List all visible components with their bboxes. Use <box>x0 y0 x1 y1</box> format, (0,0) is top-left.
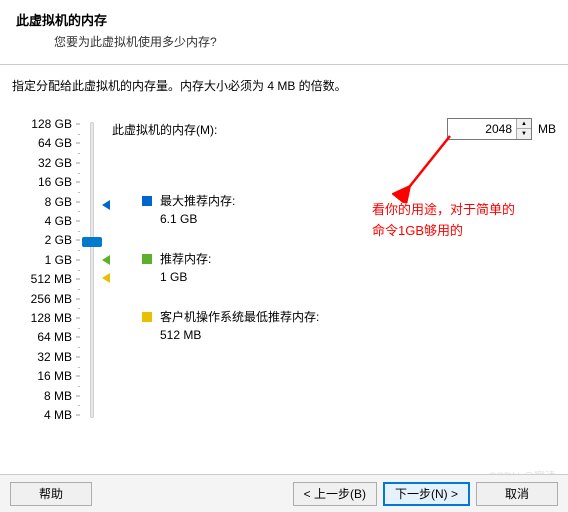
memory-unit: MB <box>538 122 556 136</box>
next-button[interactable]: 下一步(N) > <box>383 482 470 506</box>
cancel-button[interactable]: 取消 <box>476 482 558 506</box>
back-button[interactable]: < 上一步(B) <box>293 482 377 506</box>
instruction-text: 指定分配给此虚拟机的内存量。内存大小必须为 4 MB 的倍数。 <box>12 77 556 94</box>
tick-label: 8 MB <box>24 390 72 402</box>
memory-spinner[interactable]: ▲ ▼ <box>447 118 532 140</box>
min-marker-icon <box>102 273 110 283</box>
tick-mark <box>76 124 80 125</box>
tick-label: 64 GB <box>24 137 72 149</box>
memory-input[interactable] <box>448 119 516 139</box>
min-rec-label: 客户机操作系统最低推荐内存: <box>160 308 319 326</box>
tick-mark <box>76 259 80 260</box>
memory-label: 此虚拟机的内存(M): <box>112 121 217 138</box>
tick-label: 128 GB <box>24 118 72 130</box>
square-green-icon <box>142 254 152 264</box>
tick-mark <box>76 143 80 144</box>
tick-label: 512 MB <box>24 273 72 285</box>
max-rec-label: 最大推荐内存: <box>160 192 235 210</box>
tick-mark <box>76 162 80 163</box>
tick-mark <box>76 221 80 222</box>
tick-label: 4 MB <box>24 409 72 421</box>
square-yellow-icon <box>142 312 152 322</box>
tick-mark <box>76 298 80 299</box>
help-button[interactable]: 帮助 <box>10 482 92 506</box>
memory-slider[interactable]: 128 GB 64 GB 32 GB 16 GB 8 GB 4 GB 2 GB 1 GB 512… <box>12 118 104 428</box>
tick-label: 256 MB <box>24 293 72 305</box>
tick-mark <box>76 356 80 357</box>
tick-label: 4 GB <box>24 215 72 227</box>
tick-label: 128 MB <box>24 312 72 324</box>
tick-mark <box>76 318 80 319</box>
tick-label: 32 GB <box>24 157 72 169</box>
dialog-subtitle: 您要为此虚拟机使用多少内存? <box>16 33 552 50</box>
tick-mark <box>76 376 80 377</box>
tick-mark <box>76 395 80 396</box>
square-blue-icon <box>142 196 152 206</box>
slider-track <box>90 122 94 418</box>
tick-mark <box>76 182 80 183</box>
tick-mark <box>76 415 80 416</box>
tick-label: 16 MB <box>24 370 72 382</box>
tick-label: 16 GB <box>24 176 72 188</box>
annotation-text: 看你的用途，对于简单的 命令1GB够用的 <box>372 200 515 242</box>
tick-mark <box>76 337 80 338</box>
slider-thumb[interactable] <box>82 237 102 247</box>
tick-mark <box>76 279 80 280</box>
tick-label: 32 MB <box>24 351 72 363</box>
max-marker-icon <box>102 200 110 210</box>
tick-mark <box>76 240 80 241</box>
tick-mark <box>76 201 80 202</box>
dialog-title: 此虚拟机的内存 <box>16 10 552 29</box>
tick-label: 64 MB <box>24 331 72 343</box>
tick-label: 8 GB <box>24 196 72 208</box>
rec-label: 推荐内存: <box>160 250 211 268</box>
min-rec-value: 512 MB <box>160 326 319 344</box>
footer: 帮助 < 上一步(B) 下一步(N) > 取消 <box>0 474 568 512</box>
tick-label: 1 GB <box>24 254 72 266</box>
divider <box>0 64 568 65</box>
spin-up-button[interactable]: ▲ <box>517 119 531 129</box>
rec-value: 1 GB <box>160 268 211 286</box>
max-rec-value: 6.1 GB <box>160 210 235 228</box>
spin-down-button[interactable]: ▼ <box>517 129 531 139</box>
tick-label: 2 GB <box>24 234 72 246</box>
rec-marker-icon <box>102 255 110 265</box>
